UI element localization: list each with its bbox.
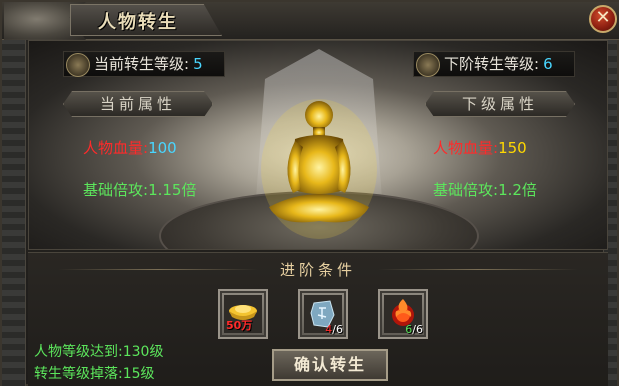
level-emblem-icon [66,53,90,77]
next-level-box: 下阶转生等级: 6 [413,51,575,77]
current-level-value: 5 [193,55,203,73]
current-hp-label: 人物血量: [83,139,149,157]
next-attr-title: 下级属性 [425,91,575,117]
next-hp-stat: 人物血量:150 [433,137,527,158]
current-hp-stat: 人物血量:100 [83,137,177,158]
current-attr-title: 当前属性 [63,91,213,117]
requirement-drop-value: 15级 [122,366,155,382]
current-attack-stat: 基础倍攻:1.15倍 [83,179,196,200]
level-emblem-icon [416,53,440,77]
requirement-level: 人物等级达到:130级 [34,341,163,361]
current-hp-value: 100 [148,139,177,157]
current-level-box: 当前转生等级: 5 [63,51,225,77]
gold-amount-badge: 50万 [226,319,253,332]
next-attack-label: 基础倍攻: [433,181,499,199]
rebirth-scene: 当前转生等级: 5 下阶转生等级: 6 当前属性 下级属性 人物血量:100 基础倍… [28,40,608,250]
requirement-drop-label: 转生等级掉落: [34,366,123,382]
title-bar[interactable]: 人物转生 ✕ [2,2,619,40]
next-hp-label: 人物血量: [433,139,499,157]
requirement-level-value: 130级 [122,344,164,360]
next-hp-value: 150 [498,139,527,157]
window-title: 人物转生 [98,12,178,33]
next-level-value: 6 [543,55,553,73]
meditating-figure-icon [261,99,377,239]
requirement-level-label: 人物等级达到: [34,344,123,360]
rebirth-window: 人物转生 ✕ 当前转生等级: 5 下阶转生等级: 6 当前属性 下级属性 人物血… [0,0,619,386]
cost-slot-fire[interactable]: 6/6 [378,289,428,339]
conditions-title: 进阶条件 [279,261,356,279]
close-button[interactable]: ✕ [589,5,617,33]
next-level-text: 下阶转生等级: 6 [444,52,553,76]
current-attack-label: 基础倍攻: [83,181,149,199]
cost-slot-rune[interactable]: 4/6 [298,289,348,339]
current-attack-value: 1.15倍 [148,181,197,199]
requirement-drop: 转生等级掉落:15级 [34,363,155,383]
conditions-panel: 进阶条件 50万 4/6 6/6 人物等级达到:130级 转生等级掉落:15级 … [28,252,608,386]
current-level-label: 当前转生等级: [94,55,190,73]
confirm-rebirth-button[interactable]: 确认转生 [272,349,388,381]
rune-need: /6 [332,323,343,336]
fire-count: 6/6 [405,323,423,336]
cost-slot-gold[interactable]: 50万 [218,289,268,339]
next-attack-value: 1.2倍 [498,181,537,199]
current-level-text: 当前转生等级: 5 [94,52,203,76]
next-level-label: 下阶转生等级: [444,55,540,73]
left-border-ornament [2,2,26,386]
fire-need: /6 [412,323,423,336]
rune-count: 4/6 [325,323,343,336]
next-attack-stat: 基础倍攻:1.2倍 [433,179,537,200]
